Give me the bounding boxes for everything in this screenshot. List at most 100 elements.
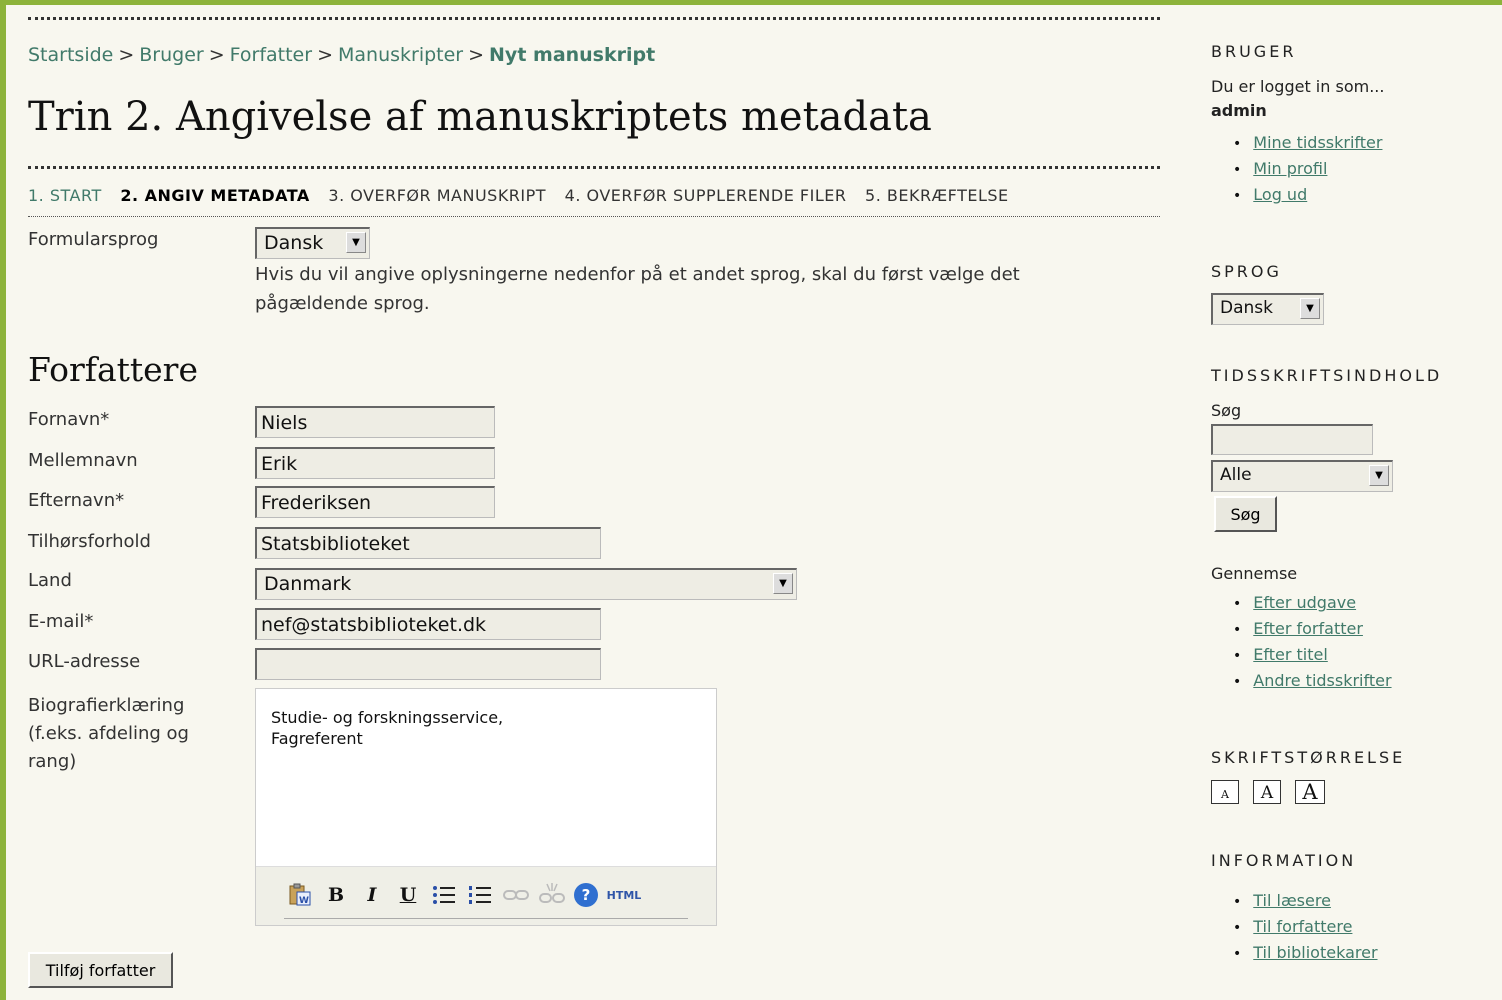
form-language-label: Formularsprog	[28, 229, 159, 250]
breadcrumb-user[interactable]: Bruger	[139, 44, 203, 66]
list-item: Til bibliotekarer	[1233, 940, 1377, 966]
bullet-list-icon[interactable]	[430, 881, 458, 909]
breadcrumb-home[interactable]: Startside	[28, 44, 113, 66]
sidebar-user-heading: BRUGER	[1211, 42, 1297, 61]
for-authors-link[interactable]: Til forfattere	[1253, 917, 1352, 936]
html-source-icon[interactable]: HTML	[606, 881, 642, 909]
logged-in-text: Du er logget in som...	[1211, 77, 1385, 96]
main-content: Startside > Bruger > Forfatter > Manuskripter >…	[28, 0, 1160, 1000]
step-start[interactable]: 1. START	[28, 186, 102, 205]
country-label: Land	[28, 570, 72, 591]
middlename-input[interactable]	[255, 447, 495, 479]
my-profile-link[interactable]: Min profil	[1253, 159, 1327, 178]
breadcrumb-separator: >	[208, 44, 225, 66]
search-button[interactable]: Søg	[1214, 496, 1277, 532]
chevron-down-icon: ▼	[1300, 298, 1320, 319]
form-language-value: Dansk	[264, 232, 324, 254]
for-librarians-link[interactable]: Til bibliotekarer	[1253, 943, 1377, 962]
sidebar-language-heading: SPROG	[1211, 262, 1282, 281]
search-scope-select[interactable]: Alle ▼	[1211, 460, 1393, 492]
lastname-input[interactable]	[255, 486, 495, 518]
step-metadata: 2. ANGIV METADATA	[120, 186, 310, 205]
font-size-medium-button[interactable]: A	[1253, 780, 1281, 804]
bio-label-line: (f.eks. afdeling og	[28, 723, 189, 744]
list-item: Mine tidsskrifter	[1233, 130, 1382, 156]
user-links: Mine tidsskrifter Min profil Log ud	[1233, 130, 1382, 208]
bold-icon[interactable]: B	[322, 881, 350, 909]
my-journals-link[interactable]: Mine tidsskrifter	[1253, 133, 1382, 152]
list-item: Efter udgave	[1233, 590, 1392, 616]
chevron-down-icon: ▼	[773, 573, 793, 594]
lastname-label: Efternavn*	[28, 490, 125, 511]
bio-label-line: rang)	[28, 751, 77, 772]
bio-editor[interactable]: Studie- og forskningsservice, Fagreferen…	[255, 688, 717, 926]
breadcrumb-current[interactable]: Nyt manuskript	[489, 44, 655, 66]
list-item: Andre tidsskrifter	[1233, 668, 1391, 694]
form-language-hint: Hvis du vil angive oplysningerne nedenfo…	[255, 264, 1020, 314]
underline-icon[interactable]: U	[394, 881, 422, 909]
breadcrumb-author[interactable]: Forfatter	[230, 44, 312, 66]
search-label: Søg	[1211, 401, 1242, 420]
for-readers-link[interactable]: Til læsere	[1253, 891, 1331, 910]
title-divider	[28, 166, 1160, 169]
middlename-label: Mellemnavn	[28, 450, 138, 471]
url-input[interactable]	[255, 648, 601, 680]
sidebar: BRUGER Du er logget in som... admin Mine…	[1211, 0, 1501, 1000]
paste-word-icon[interactable]: W	[286, 881, 314, 909]
submission-steps: 1. START 2. ANGIV METADATA 3. OVERFØR MA…	[28, 186, 1022, 205]
language-value: Dansk	[1220, 298, 1273, 318]
firstname-label: Fornavn*	[28, 409, 110, 430]
bio-text[interactable]: Studie- og forskningsservice, Fagreferen…	[271, 707, 691, 749]
search-input[interactable]	[1211, 424, 1373, 455]
add-author-button[interactable]: Tilføj forfatter	[28, 952, 173, 988]
italic-icon[interactable]: I	[358, 881, 386, 909]
journal-content-heading: TIDSSKRIFTSINDHOLD	[1211, 366, 1443, 385]
list-item: Til forfattere	[1233, 914, 1378, 940]
affiliation-label: Tilhørsforhold	[28, 531, 151, 552]
bio-label: Biografierklæring (f.eks. afdeling og ra…	[28, 692, 189, 776]
browse-by-issue-link[interactable]: Efter udgave	[1253, 593, 1356, 612]
step-confirmation: 5. BEKRÆFTELSE	[865, 186, 1009, 205]
browse-label: Gennemse	[1211, 564, 1298, 583]
browse-links: Efter udgave Efter forfatter Efter titel…	[1233, 590, 1392, 694]
breadcrumb-submissions[interactable]: Manuskripter	[338, 44, 463, 66]
logout-link[interactable]: Log ud	[1253, 185, 1307, 204]
affiliation-input[interactable]	[255, 527, 601, 559]
breadcrumb-separator: >	[118, 44, 135, 66]
list-item: Efter titel	[1233, 642, 1392, 668]
country-select[interactable]: Danmark ▼	[255, 568, 797, 600]
email-label: E-mail*	[28, 611, 94, 632]
information-heading: INFORMATION	[1211, 851, 1357, 870]
authors-heading: Forfattere	[28, 350, 198, 389]
information-links: Til læsere Til forfattere Til biblioteka…	[1233, 888, 1378, 966]
breadcrumb-separator: >	[468, 44, 485, 66]
breadcrumb-separator: >	[317, 44, 333, 66]
list-item: Min profil	[1233, 156, 1382, 182]
chevron-down-icon: ▼	[346, 232, 366, 253]
editor-status-line	[284, 918, 688, 919]
svg-text:W: W	[299, 896, 309, 906]
form-language-select[interactable]: Dansk ▼	[255, 227, 370, 259]
font-size-large-button[interactable]: A	[1295, 780, 1325, 804]
language-select[interactable]: Dansk ▼	[1211, 293, 1324, 325]
search-scope-value: Alle	[1220, 465, 1252, 485]
email-input[interactable]	[255, 608, 601, 640]
logged-in-username: admin	[1211, 101, 1267, 120]
firstname-input[interactable]	[255, 406, 495, 438]
country-value: Danmark	[264, 573, 352, 595]
step-upload-submission: 3. OVERFØR MANUSKRIPT	[328, 186, 547, 205]
numbered-list-icon[interactable]	[466, 881, 494, 909]
editor-toolbar: W B I U ? HTML	[256, 866, 716, 925]
chevron-down-icon: ▼	[1369, 465, 1389, 486]
list-item: Efter forfatter	[1233, 616, 1392, 642]
browse-by-author-link[interactable]: Efter forfatter	[1253, 619, 1363, 638]
font-size-small-button[interactable]: A	[1211, 780, 1239, 804]
help-icon[interactable]: ?	[574, 883, 598, 907]
link-icon[interactable]	[502, 881, 530, 909]
font-size-heading: SKRIFTSTØRRELSE	[1211, 748, 1406, 767]
page-frame-left	[0, 0, 6, 1000]
browse-by-title-link[interactable]: Efter titel	[1253, 645, 1328, 664]
other-journals-link[interactable]: Andre tidsskrifter	[1253, 671, 1391, 690]
breadcrumb: Startside > Bruger > Forfatter > Manuskripter >…	[28, 44, 655, 66]
unlink-icon[interactable]	[538, 881, 566, 909]
